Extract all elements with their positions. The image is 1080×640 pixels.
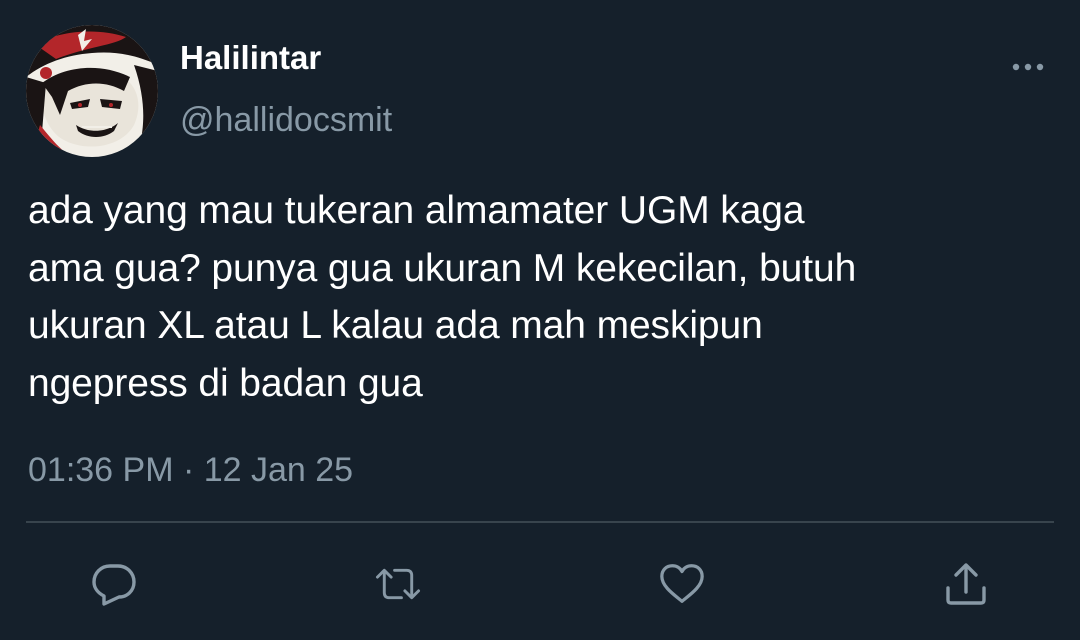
tweet-text: ada yang mau tukeran almamater UGM kaga … — [28, 189, 857, 405]
reply-button[interactable] — [90, 560, 138, 608]
share-button[interactable] — [942, 560, 990, 608]
reply-icon — [92, 564, 136, 606]
share-icon — [946, 563, 986, 605]
avatar[interactable] — [26, 25, 158, 157]
heart-icon — [660, 564, 704, 603]
tweet-detail: Halilintar @hallidocsmit ada yang mau tu… — [0, 0, 1080, 640]
retweet-button[interactable] — [374, 560, 422, 608]
like-button[interactable] — [658, 560, 706, 608]
more-options-icon[interactable] — [1002, 52, 1054, 82]
username-handle[interactable]: @hallidocsmit — [180, 100, 392, 140]
avatar-image — [26, 25, 158, 157]
retweet-icon — [375, 568, 421, 600]
tweet-timestamp[interactable]: 01:36 PM · 12 Jan 25 — [28, 448, 353, 492]
display-name[interactable]: Halilintar — [180, 38, 321, 78]
divider — [26, 521, 1054, 523]
